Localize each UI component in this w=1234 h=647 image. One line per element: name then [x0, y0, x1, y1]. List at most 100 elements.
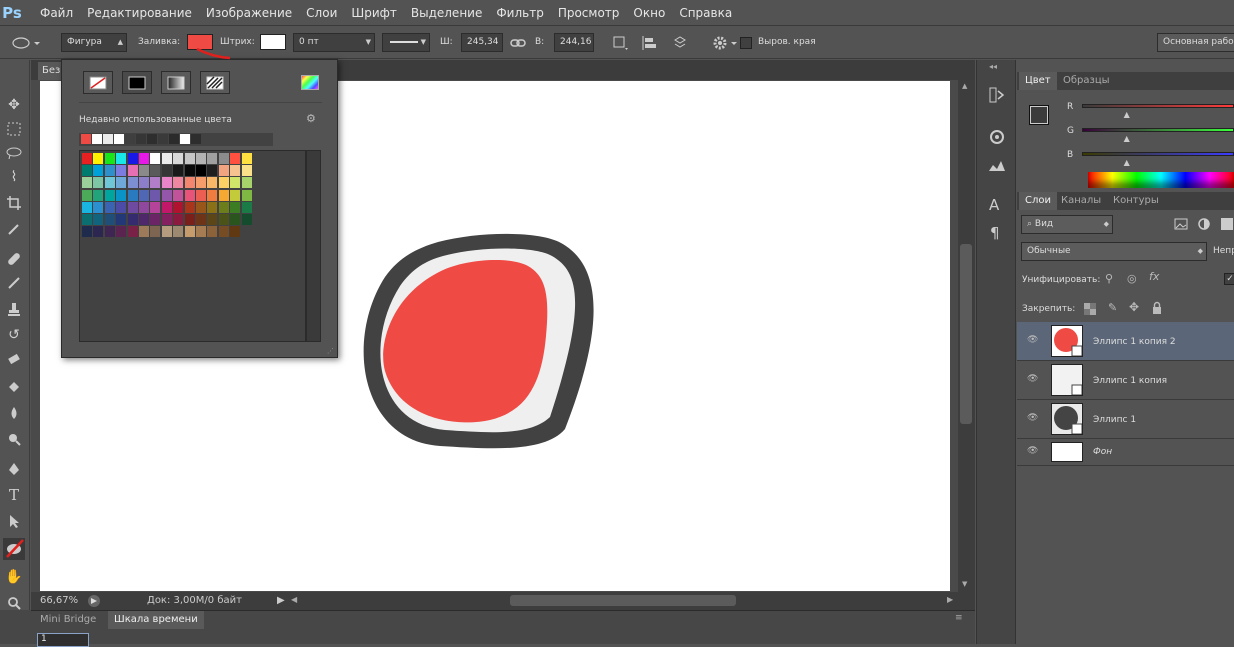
collapse-arrows-icon[interactable]: ◂◂	[989, 62, 997, 71]
color-swatch[interactable]	[230, 201, 241, 213]
color-swatch[interactable]	[150, 214, 161, 225]
color-swatch[interactable]	[218, 201, 229, 213]
resize-grip-icon[interactable]: ⋰	[327, 347, 334, 355]
color-swatch[interactable]	[218, 226, 229, 238]
color-swatch[interactable]	[127, 189, 138, 201]
color-swatch[interactable]	[161, 201, 172, 213]
recent-color-swatch[interactable]	[147, 134, 157, 144]
workspace-select[interactable]: Основная рабо	[1157, 33, 1234, 52]
color-swatch[interactable]	[218, 189, 229, 201]
channel-slider[interactable]	[1082, 152, 1234, 156]
stroke-color-swatch[interactable]	[260, 34, 286, 50]
recent-color-swatch[interactable]	[180, 134, 190, 144]
color-swatch[interactable]	[184, 226, 195, 238]
menu-view[interactable]: Просмотр	[558, 6, 620, 20]
color-spectrum-bar[interactable]	[1088, 172, 1234, 188]
status-menu-icon[interactable]	[87, 594, 101, 608]
visibility-eye-icon[interactable]: 👁	[1027, 374, 1038, 384]
lock-position-icon[interactable]: ✥	[1129, 300, 1139, 314]
horizontal-scroll-thumb[interactable]	[510, 595, 736, 606]
color-swatch[interactable]	[127, 177, 138, 189]
color-swatch[interactable]	[139, 201, 149, 213]
recent-color-swatch[interactable]	[81, 134, 91, 144]
adjustments-panel-icon[interactable]	[988, 156, 1006, 174]
unify-style-icon[interactable]: fx	[1149, 270, 1159, 283]
brush-settings-panel-icon[interactable]	[988, 128, 1006, 146]
type-tool-icon[interactable]: T	[3, 484, 25, 506]
color-swatch[interactable]	[207, 226, 218, 238]
recent-color-swatch[interactable]	[158, 134, 168, 144]
color-swatch[interactable]	[104, 214, 115, 225]
color-swatch[interactable]	[82, 189, 92, 201]
color-swatch[interactable]	[207, 214, 218, 225]
crop-tool-icon[interactable]	[3, 192, 25, 214]
color-swatch[interactable]	[196, 201, 206, 213]
ellipse-tool-preset-icon[interactable]	[10, 35, 40, 51]
propagate-frame-checkbox[interactable]: ✓	[1224, 273, 1234, 285]
color-swatch[interactable]	[173, 189, 184, 201]
tab-paths[interactable]: Контуры	[1107, 192, 1165, 210]
color-swatch[interactable]	[196, 153, 206, 164]
unify-visibility-icon[interactable]: ◎	[1127, 272, 1137, 285]
color-swatch[interactable]	[93, 189, 104, 201]
color-swatch[interactable]	[230, 214, 241, 225]
color-swatch[interactable]	[218, 165, 229, 177]
history-brush-tool-icon[interactable]: ↺	[3, 324, 25, 346]
color-swatch[interactable]	[207, 165, 218, 177]
color-swatch[interactable]	[104, 201, 115, 213]
color-swatch[interactable]	[173, 177, 184, 189]
tab-timeline[interactable]: Шкала времени	[108, 611, 204, 629]
color-swatch[interactable]	[127, 214, 138, 225]
color-swatch[interactable]	[161, 165, 172, 177]
color-swatch[interactable]	[184, 214, 195, 225]
color-swatch[interactable]	[184, 201, 195, 213]
height-field[interactable]: 244,16 п	[554, 33, 594, 52]
color-swatch[interactable]	[139, 153, 149, 164]
color-swatch[interactable]	[116, 214, 127, 225]
color-swatch[interactable]	[104, 226, 115, 238]
color-swatch[interactable]	[93, 201, 104, 213]
color-swatch[interactable]	[184, 189, 195, 201]
filter-image-icon[interactable]	[1174, 217, 1188, 231]
slider-knob[interactable]: ▲	[1124, 110, 1130, 119]
color-swatch[interactable]	[161, 226, 172, 238]
layer-filter-select[interactable]: ⌕ Вид ◆	[1021, 215, 1113, 234]
recent-color-swatch[interactable]	[114, 134, 124, 144]
color-swatch[interactable]	[173, 153, 184, 164]
color-swatch[interactable]	[104, 189, 115, 201]
zoom-level[interactable]: 66,67%	[40, 595, 78, 606]
color-swatch[interactable]	[241, 165, 252, 177]
menu-file[interactable]: Файл	[40, 6, 73, 20]
path-alignment-icon[interactable]	[641, 35, 657, 51]
solid-color-button[interactable]	[122, 71, 152, 94]
scroll-down-arrow-icon[interactable]: ▼	[962, 580, 967, 588]
color-swatch[interactable]	[93, 165, 104, 177]
width-field[interactable]: 245,34 п	[461, 33, 503, 52]
color-swatch[interactable]	[93, 177, 104, 189]
color-swatch[interactable]	[127, 165, 138, 177]
color-swatch[interactable]	[207, 153, 218, 164]
recent-color-swatch[interactable]	[169, 134, 179, 144]
color-swatch[interactable]	[207, 177, 218, 189]
color-swatch[interactable]	[150, 165, 161, 177]
unify-position-icon[interactable]: ⚲	[1105, 272, 1113, 285]
color-swatch[interactable]	[93, 214, 104, 225]
no-color-button[interactable]	[83, 71, 113, 94]
color-swatch[interactable]	[127, 226, 138, 238]
stroke-width-field[interactable]: 0 пт ▼	[293, 33, 375, 52]
color-swatch[interactable]	[139, 189, 149, 201]
color-swatch[interactable]	[218, 214, 229, 225]
color-swatch[interactable]	[150, 189, 161, 201]
menu-help[interactable]: Справка	[679, 6, 732, 20]
color-swatch[interactable]	[82, 214, 92, 225]
color-swatch[interactable]	[196, 177, 206, 189]
layer-row[interactable]: 👁 Эллипс 1 копия	[1017, 361, 1234, 400]
color-swatch[interactable]	[184, 165, 195, 177]
color-swatch[interactable]	[230, 189, 241, 201]
color-swatch[interactable]	[196, 165, 206, 177]
shape-mode-select[interactable]: Фигура ▲	[61, 33, 127, 52]
tab-mini-bridge[interactable]: Mini Bridge	[34, 611, 102, 629]
color-swatch[interactable]	[173, 165, 184, 177]
swatches-scrollbar[interactable]	[306, 150, 321, 342]
color-swatch[interactable]	[161, 214, 172, 225]
